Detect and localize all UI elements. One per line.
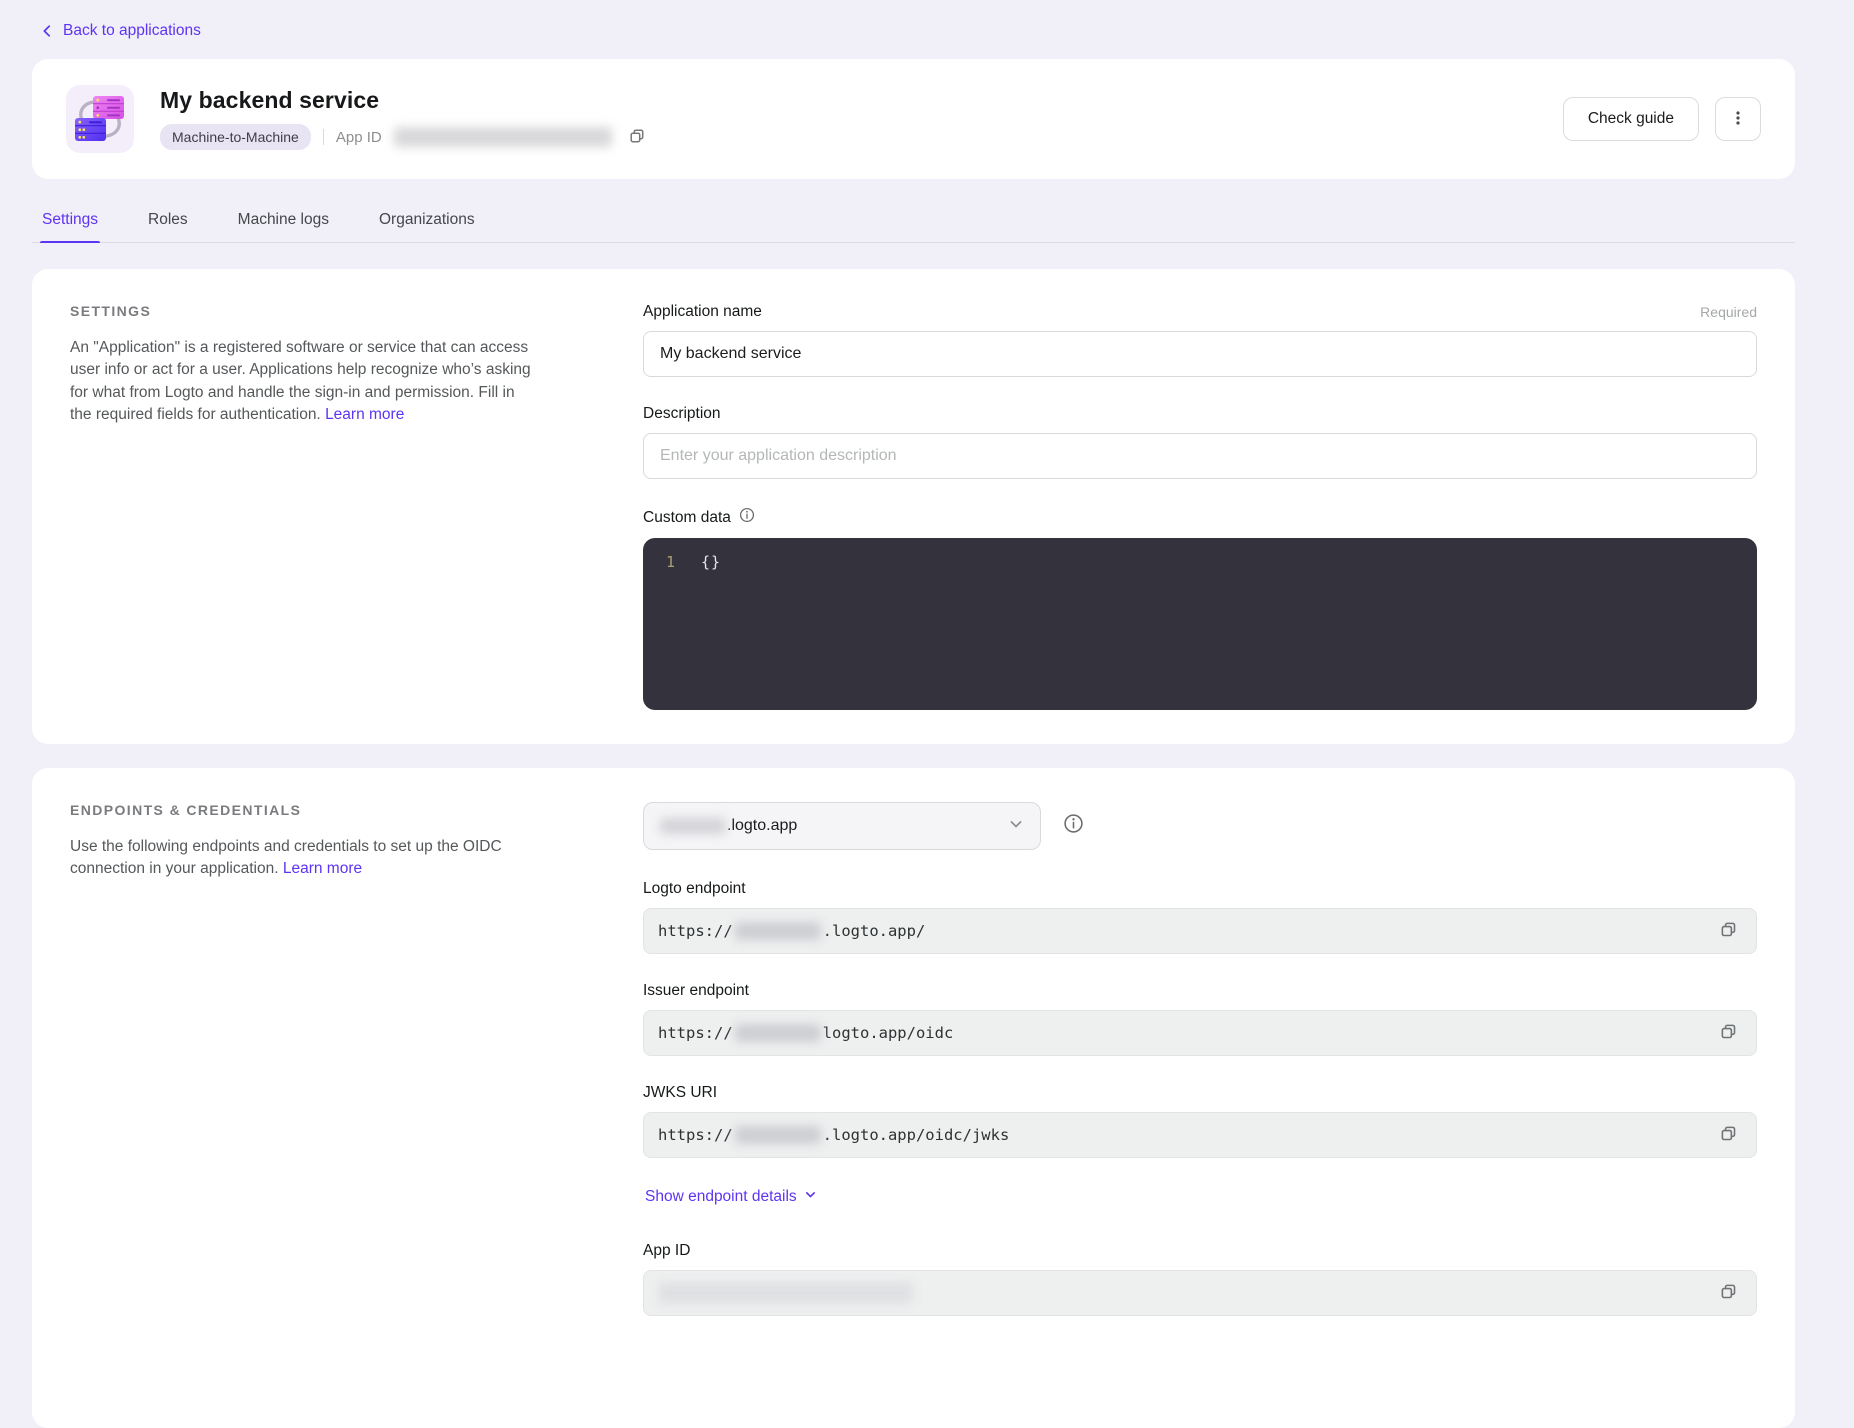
endpoints-form: .logto.app Logto endpoint https://: [643, 802, 1757, 1394]
copy-issuer-endpoint-button[interactable]: [1715, 1018, 1742, 1048]
copy-icon: [1719, 1282, 1738, 1304]
copy-icon: [628, 127, 646, 148]
url-redacted-segment: [735, 1126, 821, 1144]
custom-data-code-editor[interactable]: 1 {}: [643, 538, 1757, 710]
app-id-label: App ID: [336, 129, 382, 146]
chevron-down-icon: [804, 1188, 817, 1206]
domain-redacted-value: [660, 818, 726, 834]
app-meta-row: Machine-to-Machine App ID: [160, 123, 650, 152]
copy-logto-endpoint-button[interactable]: [1715, 916, 1742, 946]
copy-icon: [1719, 1124, 1738, 1146]
tab-bar: Settings Roles Machine logs Organization…: [32, 205, 1795, 243]
url-redacted-segment: [735, 922, 821, 940]
logto-endpoint-row: Logto endpoint https:// .logto.app/: [643, 880, 1757, 954]
settings-section-intro: SETTINGS An "Application" is a registere…: [70, 303, 538, 710]
domain-info-icon[interactable]: [1063, 813, 1084, 839]
description-row: Description: [643, 405, 1757, 479]
description-input[interactable]: [643, 433, 1757, 479]
editor-line-number: 1: [643, 553, 675, 571]
tab-settings[interactable]: Settings: [40, 205, 100, 242]
copy-icon: [1719, 1022, 1738, 1044]
app-id-field-label: App ID: [643, 1242, 690, 1260]
custom-data-label: Custom data: [643, 507, 755, 528]
kebab-menu-icon: [1730, 110, 1746, 129]
tab-machine-logs[interactable]: Machine logs: [236, 205, 331, 242]
copy-app-id-field-button[interactable]: [1715, 1278, 1742, 1308]
endpoints-section-intro: ENDPOINTS & CREDENTIALS Use the followin…: [70, 802, 538, 1394]
settings-form: Application name Required Description Cu…: [643, 303, 1757, 710]
url-prefix: https://: [658, 1024, 733, 1042]
app-header-card: My backend service Machine-to-Machine Ap…: [32, 59, 1795, 179]
back-to-applications-link[interactable]: Back to applications: [40, 22, 201, 40]
url-redacted-segment: [735, 1024, 821, 1042]
settings-learn-more-link[interactable]: Learn more: [325, 406, 404, 423]
issuer-endpoint-row: Issuer endpoint https:// logto.app/oidc: [643, 982, 1757, 1056]
issuer-endpoint-field: https:// logto.app/oidc: [643, 1010, 1757, 1056]
check-guide-button[interactable]: Check guide: [1563, 97, 1699, 141]
url-suffix: .logto.app/: [823, 922, 926, 940]
url-suffix: .logto.app/oidc/jwks: [823, 1126, 1010, 1144]
app-id-field: [643, 1270, 1757, 1316]
chevron-left-icon: [40, 24, 54, 38]
endpoints-section-card: ENDPOINTS & CREDENTIALS Use the followin…: [32, 768, 1795, 1428]
endpoints-learn-more-link[interactable]: Learn more: [283, 860, 362, 877]
copy-app-id-button[interactable]: [624, 123, 650, 152]
jwks-uri-label: JWKS URI: [643, 1084, 717, 1102]
app-id-row: App ID: [643, 1242, 1757, 1316]
logto-endpoint-label: Logto endpoint: [643, 880, 746, 898]
endpoints-section-description: Use the following endpoints and credenti…: [70, 836, 538, 881]
app-header-info: My backend service Machine-to-Machine Ap…: [160, 87, 650, 152]
description-label: Description: [643, 405, 721, 423]
logto-endpoint-field: https:// .logto.app/: [643, 908, 1757, 954]
app-id-redacted-value: [394, 127, 612, 147]
settings-section-card: SETTINGS An "Application" is a registere…: [32, 269, 1795, 744]
application-name-input[interactable]: [643, 331, 1757, 377]
copy-jwks-uri-button[interactable]: [1715, 1120, 1742, 1150]
settings-section-heading: SETTINGS: [70, 303, 538, 319]
more-actions-button[interactable]: [1715, 97, 1761, 141]
machine-to-machine-app-icon: [66, 85, 134, 153]
application-name-label: Application name: [643, 303, 762, 321]
show-endpoint-details-link[interactable]: Show endpoint details: [645, 1188, 817, 1206]
domain-suffix: .logto.app: [727, 817, 797, 835]
custom-data-row: Custom data 1 {}: [643, 507, 1757, 710]
top-bar: Back to applications: [0, 0, 1854, 59]
required-tag: Required: [1700, 304, 1757, 320]
url-suffix: logto.app/oidc: [823, 1024, 954, 1042]
endpoints-section-heading: ENDPOINTS & CREDENTIALS: [70, 802, 538, 818]
page-title: My backend service: [160, 87, 650, 114]
tab-roles[interactable]: Roles: [146, 205, 190, 242]
issuer-endpoint-label: Issuer endpoint: [643, 982, 749, 1000]
url-prefix: https://: [658, 1126, 733, 1144]
app-type-badge: Machine-to-Machine: [160, 124, 311, 150]
copy-icon: [1719, 920, 1738, 942]
jwks-uri-field: https:// .logto.app/oidc/jwks: [643, 1112, 1757, 1158]
header-actions: Check guide: [1563, 97, 1761, 141]
tab-organizations[interactable]: Organizations: [377, 205, 477, 242]
jwks-uri-row: JWKS URI https:// .logto.app/oidc/jwks: [643, 1084, 1757, 1158]
url-prefix: https://: [658, 922, 733, 940]
app-id-redacted-value: [658, 1282, 913, 1304]
meta-divider: [323, 129, 324, 145]
chevron-down-icon: [1008, 816, 1024, 837]
domain-row: .logto.app: [643, 802, 1757, 850]
domain-select[interactable]: .logto.app: [643, 802, 1041, 850]
back-to-applications-label: Back to applications: [63, 22, 201, 40]
info-icon[interactable]: [739, 507, 755, 528]
application-name-row: Application name Required: [643, 303, 1757, 377]
settings-section-description: An "Application" is a registered softwar…: [70, 337, 538, 427]
editor-code-content: {}: [701, 553, 721, 571]
